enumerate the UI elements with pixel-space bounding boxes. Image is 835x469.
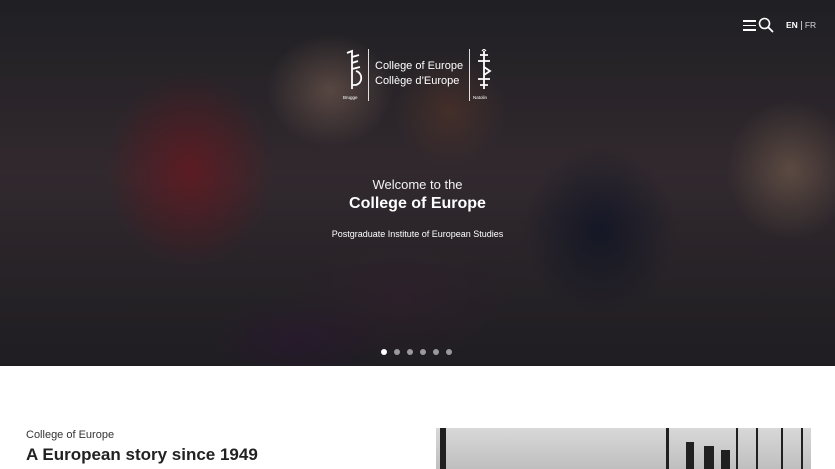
logo-divider xyxy=(469,49,470,101)
hero-carousel: EN FR Brugge College of Europe Collège d… xyxy=(0,0,835,366)
logo-name-fr: Collège d’Europe xyxy=(375,75,460,87)
menu-search-toggle[interactable] xyxy=(743,17,775,35)
carousel-dot[interactable] xyxy=(407,349,413,355)
bruges-emblem-icon xyxy=(346,49,363,89)
hamburger-menu-icon[interactable] xyxy=(743,19,756,31)
intro-kicker: College of Europe xyxy=(26,429,115,441)
logo-divider xyxy=(368,49,369,101)
carousel-dot[interactable] xyxy=(433,349,439,355)
natolin-emblem-icon xyxy=(478,49,492,89)
hero-welcome-text: Welcome to the xyxy=(372,177,463,192)
intro-heading: A European story since 1949 xyxy=(26,445,258,464)
city-label-natolin: Natolin xyxy=(473,95,488,100)
history-photo xyxy=(436,428,811,469)
site-logo[interactable]: Brugge College of Europe Collège d’Europ… xyxy=(340,47,500,105)
lang-en-link[interactable]: EN xyxy=(786,20,798,30)
language-switcher: EN FR xyxy=(786,20,816,30)
carousel-dot[interactable] xyxy=(446,349,452,355)
city-label-brugge: Brugge xyxy=(343,95,358,100)
carousel-dot[interactable] xyxy=(420,349,426,355)
carousel-pagination xyxy=(381,349,452,355)
carousel-dot[interactable] xyxy=(381,349,387,355)
lang-divider xyxy=(800,20,802,30)
search-icon[interactable] xyxy=(758,17,774,33)
lang-fr-link[interactable]: FR xyxy=(805,20,816,30)
carousel-dot[interactable] xyxy=(394,349,400,355)
logo-name-en: College of Europe xyxy=(375,60,464,72)
hero-title: College of Europe xyxy=(349,195,486,212)
hero-subtitle: Postgraduate Institute of European Studi… xyxy=(331,229,504,239)
